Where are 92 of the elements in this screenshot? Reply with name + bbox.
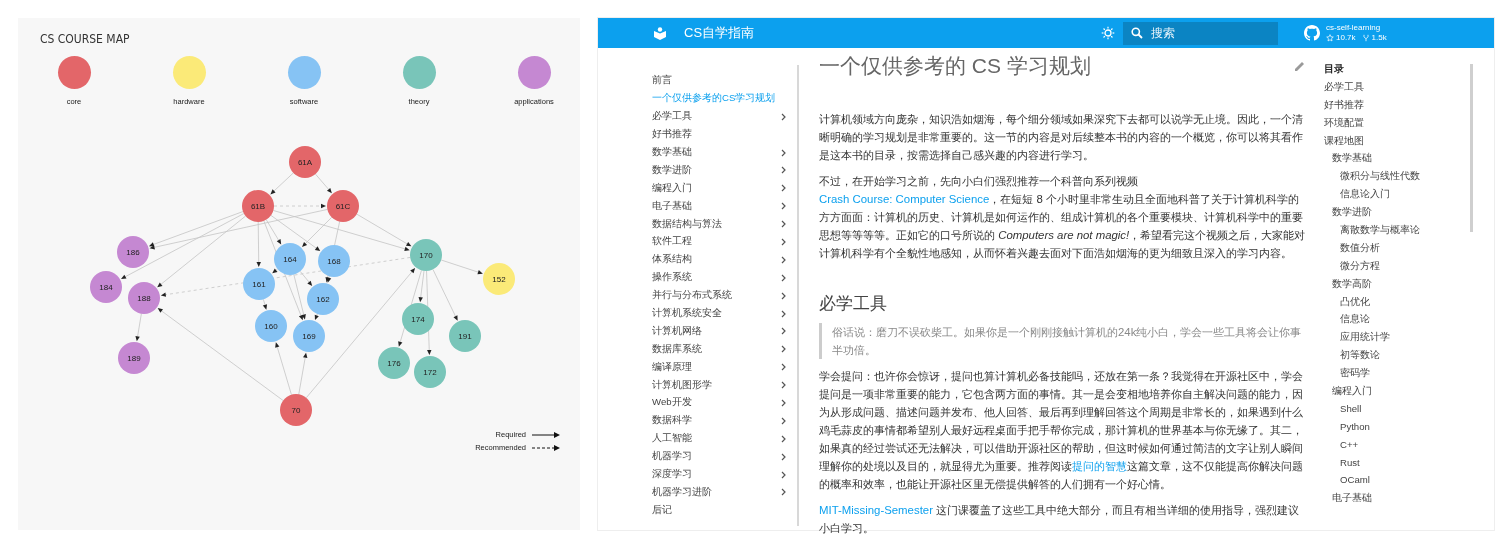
node-label: 186 <box>126 248 140 257</box>
nav-link[interactable]: 并行与分布式系统 <box>652 286 797 305</box>
node-label: 170 <box>419 251 433 260</box>
dashed-arrow-icon <box>532 444 560 451</box>
toc-link[interactable]: 信息论入门 <box>1324 185 1470 204</box>
toc-link[interactable]: Python <box>1324 417 1470 436</box>
blockquote: 俗话说：磨刀不误砍柴工。如果你是一个刚刚接触计算机的24k纯小白，学会一些工具将会让你事半功倍。 <box>819 323 1306 359</box>
toc-title: 目录 <box>1324 62 1345 76</box>
search-field[interactable]: 搜索 <box>1123 21 1278 45</box>
nav-link[interactable]: 机器学习进阶 <box>652 483 797 502</box>
nav-link[interactable]: 编译原理 <box>652 358 797 377</box>
search-icon <box>1131 27 1143 39</box>
nav-link[interactable]: 计算机图形学 <box>652 376 797 395</box>
nav-link[interactable]: 电子基础 <box>652 197 797 216</box>
node-label: 191 <box>458 332 472 341</box>
nav-link[interactable]: 必学工具 <box>652 107 797 126</box>
toc-link[interactable]: 应用统计学 <box>1324 328 1470 347</box>
node-label: 169 <box>302 332 316 341</box>
star-icon <box>1326 34 1334 42</box>
sun-icon[interactable] <box>1101 26 1115 40</box>
nav-link[interactable]: 深度学习 <box>652 465 797 484</box>
toc-link[interactable]: 离散数学与概率论 <box>1324 221 1470 239</box>
node-label: 160 <box>264 322 278 331</box>
toc-link[interactable]: 电子基础 <box>1324 489 1470 508</box>
nav-link[interactable]: 体系结构 <box>652 250 797 269</box>
toc-link[interactable]: 数学基础 <box>1324 149 1470 168</box>
nav-link[interactable]: 机器学习 <box>652 447 797 466</box>
nav-link[interactable]: 计算机系统安全 <box>652 304 797 323</box>
nav-link[interactable]: 计算机网络 <box>652 322 797 341</box>
octocat-icon <box>1304 25 1320 41</box>
nav-link[interactable]: 操作系统 <box>652 268 797 287</box>
toc-link[interactable]: 环境配置 <box>1324 113 1470 132</box>
pencil-icon[interactable] <box>1294 60 1306 72</box>
node-label: 161 <box>252 280 266 289</box>
nav-link[interactable]: 数据库系统 <box>652 340 797 359</box>
toc-link[interactable]: 密码学 <box>1324 364 1470 383</box>
section-heading: 必学工具 <box>819 293 888 315</box>
fork-icon <box>1361 34 1370 42</box>
toc-link[interactable]: 编程入门 <box>1324 382 1470 400</box>
node-label: 174 <box>411 315 425 324</box>
arrow <box>135 313 142 342</box>
paragraph: 学会提问：也许你会惊讶，提问也算计算机必备技能吗，还放在第一条？我觉得在开源社区中，学会提问是一项非常重要的能力，它包含两方面的事情。其一是会变相地培养你自主解决问题的能力，因为从形成问题、描述问题并发布、他人回答、最后再到理解回答这个周期是非常长的，如果遇到什么鸡毛蒜皮的事情都希望别人最好远程桌面手把手帮你完成，那计算机的世界基本与你无缘了。其二，如果真的经过尝试还无法解决，可以借助开源社区的帮助，但这时候如何通过简洁的文字让别人瞬间理解你的处境以及目的，就显得尤为重要。推荐阅读提问的智慧这篇文章，这不仅能提高你解决问题的概率和效率，也能让开源社区里无偿提供解答的人们拥有一个好心情。 <box>819 369 1304 492</box>
page-title: 一个仅供参考的 CS 学习规划 <box>819 53 1091 79</box>
nav-link[interactable]: 数据结构与算法 <box>652 215 797 233</box>
node-label: 188 <box>137 294 151 303</box>
toc-link[interactable]: 数值分析 <box>1324 238 1470 257</box>
toc-link[interactable]: Shell <box>1324 399 1470 418</box>
arrow <box>270 172 294 195</box>
toc-link[interactable]: 微分方程 <box>1324 256 1470 275</box>
nav-link[interactable]: 数学进阶 <box>652 161 797 180</box>
node-label: 184 <box>99 283 113 292</box>
toc-link[interactable]: 数学进阶 <box>1324 203 1470 221</box>
arrow <box>315 173 332 194</box>
node-label: 164 <box>283 255 297 264</box>
nav-link[interactable]: 数学基础 <box>652 143 797 162</box>
toc-link[interactable]: C++ <box>1324 435 1470 454</box>
paragraph: 不过，在开始学习之前，先向小白们强烈推荐一个科普向系列视频 Crash Course: Computer Science，在短短 8 个小时里非常生动且全面地科普了关于计算机科学的方方面面：计算机的历史、计算机是如何运作的、组成计算机的各个重要模块、计算机科学中的重要思想等等等等。正如它的口号所说的 Computers are not magic!，希望看完这个视频之后，大家能对计算机科学有个全貌性地感知，从而怀着兴趣去面对下面浩如烟海的更为细致且深入的学习内容。 <box>819 174 1306 261</box>
toc-link[interactable]: 必学工具 <box>1324 77 1470 96</box>
nav-link[interactable]: 人工智能 <box>652 429 797 448</box>
nav-link[interactable]: 软件工程 <box>652 233 797 251</box>
nav-link[interactable]: 数据科学 <box>652 411 797 430</box>
toc-link[interactable]: 初等数论 <box>1324 346 1470 365</box>
node-label: 61C <box>335 202 351 211</box>
node-label: 162 <box>316 295 330 304</box>
node-label: 70 <box>291 406 301 415</box>
nav-link[interactable]: 后记 <box>652 501 797 520</box>
node-label: 61A <box>297 158 313 167</box>
toc-link[interactable]: Rust <box>1324 453 1470 472</box>
nav-link[interactable]: Web开发 <box>652 394 797 412</box>
arrow-icon <box>532 431 560 438</box>
nav-link[interactable]: 编程入门 <box>652 179 797 198</box>
paragraph: 计算机领域方向庞杂，知识浩如烟海，每个细分领域如果深究下去都可以说学无止境。因此，一个清晰明确的学习规划是非常重要的。这一节的内容是对后续整本书的内容的一个概览，你可以将其看作是这本书的目录，按需选择自己感兴趣的内容进行学习。 <box>819 112 1304 163</box>
toc-link[interactable]: 微积分与线性代数 <box>1324 167 1470 186</box>
node-label: 172 <box>423 368 437 377</box>
nav-link[interactable]: 前言 <box>652 72 797 90</box>
toc-link[interactable]: 凸优化 <box>1324 292 1470 311</box>
chevron-icon <box>781 112 787 121</box>
toc-link[interactable]: 信息论 <box>1324 310 1470 329</box>
node-label: 189 <box>127 354 141 363</box>
toc-link[interactable]: 数学高阶 <box>1324 274 1470 293</box>
map-title: CS COURSE MAP <box>40 32 130 46</box>
paragraph: MIT-Missing-Semester 这门课覆盖了这些工具中绝大部分，而且有相当详细的使用指导，强烈建议小白学习。 <box>819 503 1301 536</box>
node-label: 168 <box>327 257 341 266</box>
node-label: 176 <box>387 359 401 368</box>
book-icon[interactable] <box>653 26 667 40</box>
node-label: 61B <box>250 202 266 211</box>
toc-link[interactable]: 课程地图 <box>1324 131 1470 150</box>
node-label: 152 <box>492 275 506 284</box>
nav-link[interactable]: 好书推荐 <box>652 125 797 144</box>
toc-link[interactable]: OCaml <box>1324 471 1470 490</box>
dashed-arrow <box>273 203 326 209</box>
toc-link[interactable]: 好书推荐 <box>1324 95 1470 114</box>
